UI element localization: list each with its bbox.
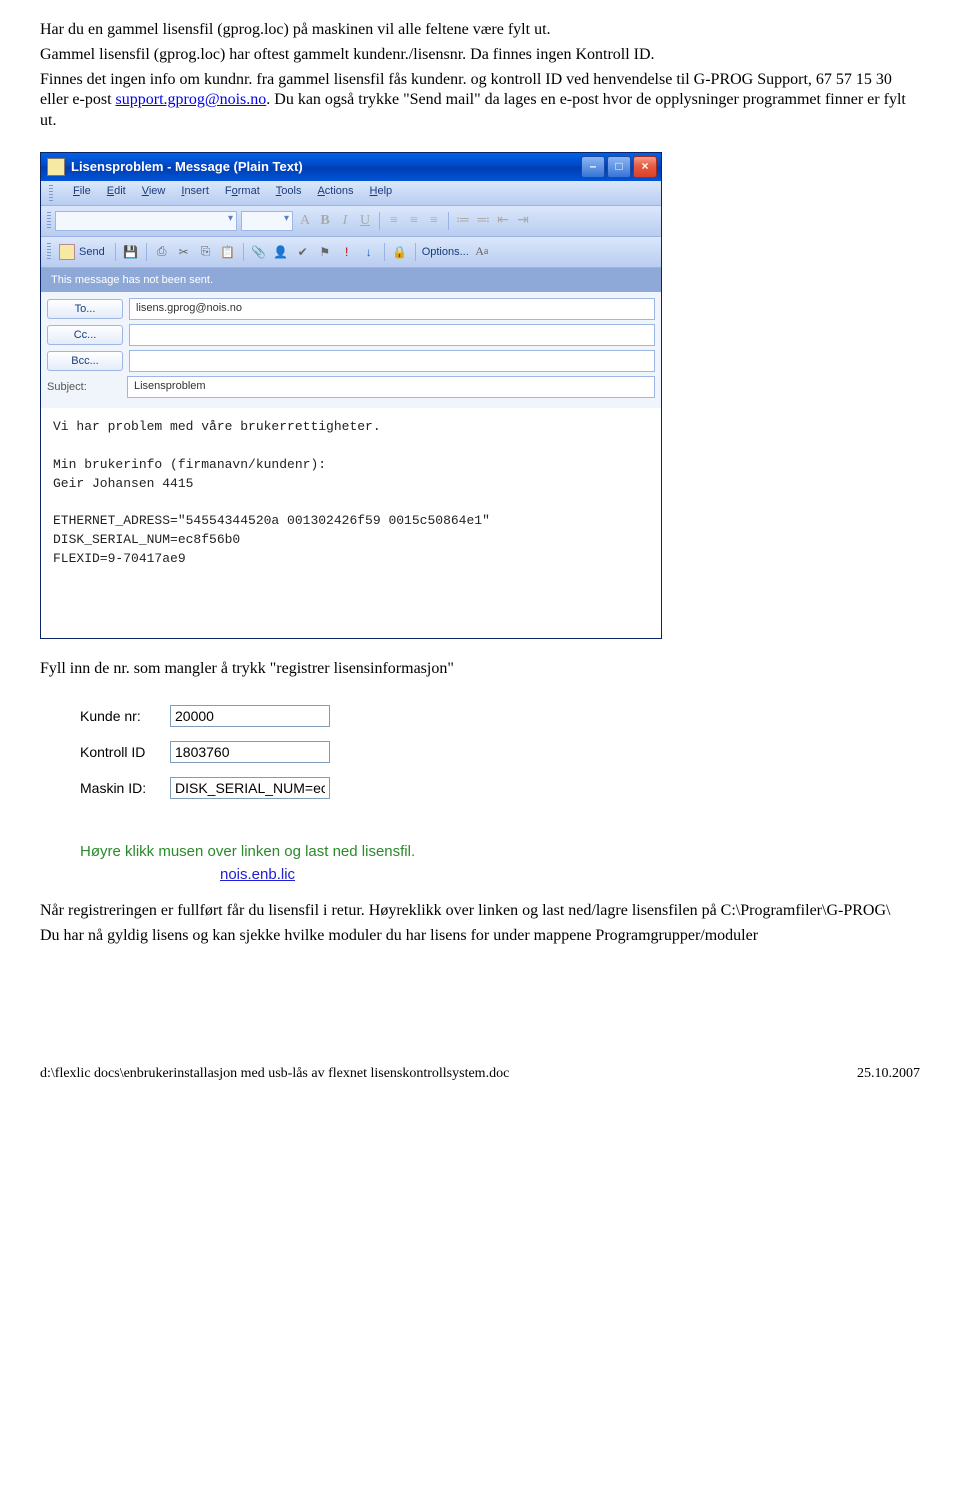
outlook-window: Lisensproblem - Message (Plain Text) – □… xyxy=(40,152,662,639)
cc-button[interactable]: Cc... xyxy=(47,325,123,345)
maskin-input[interactable] xyxy=(170,777,330,799)
menu-view[interactable]: View xyxy=(142,185,166,201)
to-button[interactable]: To... xyxy=(47,299,123,319)
numlist-icon[interactable]: ≕ xyxy=(475,212,491,229)
message-body[interactable]: Vi har problem med våre brukerrettighete… xyxy=(41,408,661,638)
sign-icon[interactable]: 🔒 xyxy=(391,243,409,261)
outdent-icon[interactable]: ⇤ xyxy=(495,212,511,229)
font-a-icon[interactable]: A xyxy=(297,213,313,229)
bcc-field[interactable] xyxy=(129,350,655,372)
license-file-link[interactable]: nois.enb.lic xyxy=(220,866,920,883)
kunde-input[interactable] xyxy=(170,705,330,727)
page-footer: d:\flexlic docs\enbrukerinstallasjon med… xyxy=(40,1066,920,1082)
mid-instruction: Fyll inn de nr. som mangler å trykk "reg… xyxy=(40,659,920,680)
titlebar: Lisensproblem - Message (Plain Text) – □… xyxy=(41,153,661,181)
intro-line-2: Gammel lisensfil (gprog.loc) har oftest … xyxy=(40,45,920,66)
list-icon[interactable]: ≔ xyxy=(455,212,471,229)
window-title: Lisensproblem - Message (Plain Text) xyxy=(71,159,581,174)
close-button[interactable]: × xyxy=(633,156,657,178)
menu-tools[interactable]: Tools xyxy=(276,185,302,201)
align-center-icon[interactable]: ≡ xyxy=(406,213,422,229)
italic-icon[interactable]: I xyxy=(337,213,353,229)
copy-icon[interactable]: ⎘ xyxy=(197,243,215,261)
not-sent-banner: This message has not been sent. xyxy=(41,268,661,292)
send-label: Send xyxy=(79,246,105,258)
cut-icon[interactable]: ✂ xyxy=(175,243,193,261)
kunde-label: Kunde nr: xyxy=(80,708,170,724)
kontroll-label: Kontroll ID xyxy=(80,744,170,760)
toolbar-grip-icon xyxy=(47,243,51,261)
toolbar-grip-icon xyxy=(47,212,51,230)
print-icon[interactable]: ⎙ xyxy=(153,243,171,261)
subject-label: Subject: xyxy=(47,378,121,396)
paste-icon[interactable]: 📋 xyxy=(219,243,237,261)
header-fields: To... lisens.gprog@nois.no Cc... Bcc... … xyxy=(41,292,661,408)
menu-help[interactable]: Help xyxy=(370,185,393,201)
minimize-button[interactable]: – xyxy=(581,156,605,178)
cc-field[interactable] xyxy=(129,324,655,346)
align-right-icon[interactable]: ≡ xyxy=(426,213,442,229)
footer-date: 25.10.2007 xyxy=(857,1066,920,1082)
menu-file[interactable]: File xyxy=(73,185,91,201)
mail-icon xyxy=(47,158,65,176)
attach-icon[interactable]: 📎 xyxy=(250,243,268,261)
underline-icon[interactable]: U xyxy=(357,213,373,229)
intro-line-3: Finnes det ingen info om kundnr. fra gam… xyxy=(40,70,920,132)
footer-path: d:\flexlic docs\enbrukerinstallasjon med… xyxy=(40,1066,509,1082)
maximize-button[interactable]: □ xyxy=(607,156,631,178)
send-icon xyxy=(59,244,75,260)
subject-field[interactable]: Lisensproblem xyxy=(127,376,655,398)
indent-icon[interactable]: ⇥ xyxy=(515,212,531,229)
menu-edit[interactable]: Edit xyxy=(107,185,126,201)
support-email-link[interactable]: support.gprog@nois.no xyxy=(116,91,267,108)
after-text-2: Du har nå gyldig lisens og kan sjekke hv… xyxy=(40,926,920,947)
toolbar-grip-icon xyxy=(49,185,53,201)
font-aa-icon[interactable]: Aa xyxy=(473,243,491,261)
menubar: File Edit View Insert Format Tools Actio… xyxy=(41,181,661,206)
check-icon[interactable]: ✔ xyxy=(294,243,312,261)
menu-actions[interactable]: Actions xyxy=(317,185,353,201)
align-left-icon[interactable]: ≡ xyxy=(386,213,402,229)
addressbook-icon[interactable]: 👤 xyxy=(272,243,290,261)
action-toolbar: Send 💾 ⎙ ✂ ⎘ 📋 📎 👤 ✔ ⚑ ! ↓ 🔒 Options... … xyxy=(41,237,661,268)
bcc-button[interactable]: Bcc... xyxy=(47,351,123,371)
send-button[interactable]: Send xyxy=(55,244,109,260)
menu-format[interactable]: Format xyxy=(225,185,260,201)
options-button[interactable]: Options... xyxy=(422,246,469,258)
kontroll-input[interactable] xyxy=(170,741,330,763)
font-combo[interactable] xyxy=(55,211,237,231)
to-field[interactable]: lisens.gprog@nois.no xyxy=(129,298,655,320)
after-text-1: Når registreringen er fullført får du li… xyxy=(40,901,920,922)
flag-icon[interactable]: ⚑ xyxy=(316,243,334,261)
save-icon[interactable]: 💾 xyxy=(122,243,140,261)
download-hint: Høyre klikk musen over linken og last ne… xyxy=(80,843,920,860)
maskin-label: Maskin ID: xyxy=(80,780,170,796)
registration-form: Kunde nr: Kontroll ID Maskin ID: xyxy=(40,695,920,823)
importance-high-icon[interactable]: ! xyxy=(338,243,356,261)
menu-insert[interactable]: Insert xyxy=(181,185,209,201)
importance-low-icon[interactable]: ↓ xyxy=(360,243,378,261)
bold-icon[interactable]: B xyxy=(317,213,333,229)
format-toolbar: A B I U ≡ ≡ ≡ ≔ ≕ ⇤ ⇥ xyxy=(41,206,661,237)
size-combo[interactable] xyxy=(241,211,293,231)
intro-line-1: Har du en gammel lisensfil (gprog.loc) p… xyxy=(40,20,920,41)
